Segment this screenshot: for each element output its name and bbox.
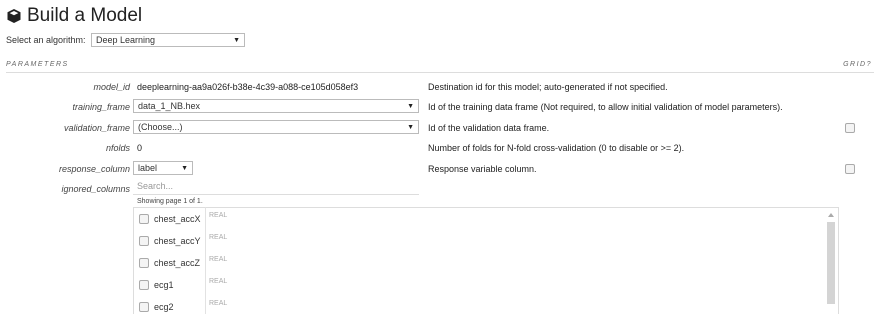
response-column-label: response_column	[58, 164, 130, 174]
validation-frame-value: (Choose...)	[138, 122, 183, 132]
response-column-value: label	[138, 163, 158, 173]
cube-icon	[6, 8, 22, 24]
column-checkbox[interactable]	[139, 280, 149, 290]
list-item[interactable]: chest_accY REAL	[139, 234, 227, 246]
dropdown-arrow-icon: ▼	[407, 123, 414, 131]
list-item[interactable]: ecg1 REAL	[139, 278, 227, 290]
response-column-grid-checkbox[interactable]	[845, 164, 855, 174]
ignored-columns-list	[133, 207, 839, 314]
column-type: REAL	[209, 212, 228, 219]
page-title: Build a Model	[6, 5, 142, 27]
ignored-columns-names: chest_accX REAL chest_accY REAL chest_ac…	[137, 207, 227, 314]
section-divider	[6, 72, 874, 73]
algorithm-select[interactable]: Deep Learning ▼	[91, 33, 245, 47]
column-type: REAL	[209, 278, 228, 285]
scroll-up-icon[interactable]	[828, 213, 834, 217]
grid-column-label: GRID?	[843, 61, 872, 68]
list-item[interactable]: ecg2 REAL	[139, 300, 227, 312]
list-item[interactable]: chest_accX REAL	[139, 212, 227, 224]
training-frame-description: Id of the training data frame (Not requi…	[428, 102, 783, 112]
dropdown-arrow-icon: ▼	[233, 36, 240, 44]
column-checkbox[interactable]	[139, 302, 149, 312]
model-id-input[interactable]: deeplearning-aa9a026f-b38e-4c39-a088-ce1…	[137, 82, 358, 92]
training-frame-select[interactable]: data_1_NB.hex ▼	[133, 99, 419, 113]
column-type: REAL	[209, 300, 228, 307]
validation-frame-select[interactable]: (Choose...) ▼	[133, 120, 419, 134]
column-checkbox[interactable]	[139, 214, 149, 224]
validation-frame-label: validation_frame	[63, 123, 130, 133]
page-title-text: Build a Model	[27, 5, 143, 26]
column-name: chest_accY	[154, 236, 201, 246]
column-name: chest_accX	[154, 214, 201, 224]
training-frame-value: data_1_NB.hex	[138, 101, 201, 111]
ignored-columns-search-input[interactable]: Search...	[133, 181, 419, 195]
algorithm-select-value: Deep Learning	[96, 35, 156, 45]
validation-frame-description: Id of the validation data frame.	[428, 123, 550, 133]
model-id-label: model_id	[93, 82, 130, 92]
column-checkbox[interactable]	[139, 258, 149, 268]
column-type: REAL	[209, 234, 228, 241]
column-name: ecg1	[154, 280, 174, 290]
column-name: chest_accZ	[154, 258, 201, 268]
training-frame-label: training_frame	[72, 102, 130, 112]
validation-frame-grid-checkbox[interactable]	[845, 123, 855, 133]
column-checkbox[interactable]	[139, 236, 149, 246]
response-column-select[interactable]: label ▼	[133, 161, 193, 175]
list-scrollbar[interactable]	[826, 210, 836, 313]
nfolds-label: nfolds	[105, 143, 130, 153]
list-item[interactable]: chest_accZ REAL	[139, 256, 227, 268]
dropdown-arrow-icon: ▼	[181, 164, 188, 172]
pagination-status: Showing page 1 of 1.	[137, 198, 203, 205]
response-column-description: Response variable column.	[428, 164, 537, 174]
column-type: REAL	[209, 256, 228, 263]
nfolds-input[interactable]: 0	[137, 143, 142, 153]
column-name: ecg2	[154, 302, 174, 312]
ignored-columns-label: ignored_columns	[61, 184, 130, 194]
model-id-description: Destination id for this model; auto-gene…	[428, 82, 668, 92]
parameters-section-label: PARAMETERS	[6, 61, 69, 68]
algorithm-label: Select an algorithm:	[6, 35, 86, 45]
nfolds-description: Number of folds for N-fold cross-validat…	[428, 143, 685, 153]
scrollbar-thumb[interactable]	[827, 222, 835, 304]
dropdown-arrow-icon: ▼	[407, 102, 414, 110]
